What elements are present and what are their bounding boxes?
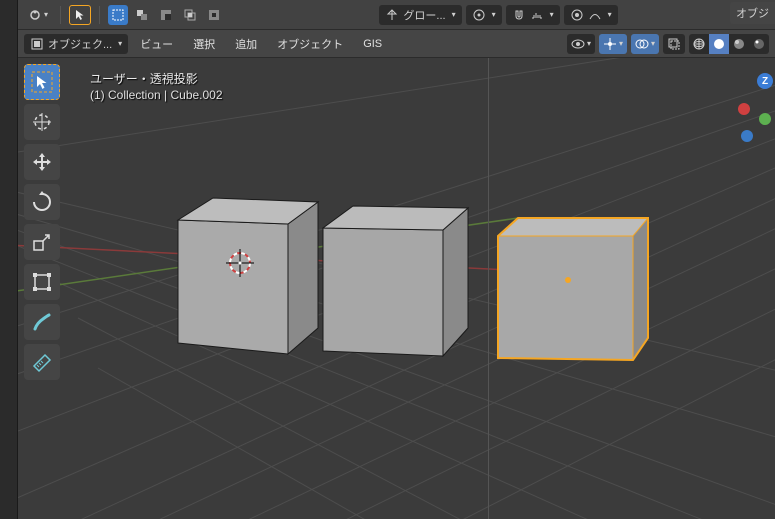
menu-object[interactable]: オブジェクト	[269, 32, 351, 56]
separator	[99, 6, 100, 24]
gizmo-dropdown[interactable]: ▾	[599, 34, 627, 54]
header-toolbar: ▾	[18, 0, 775, 30]
object-origin	[565, 277, 571, 283]
overlay-icon	[635, 37, 649, 51]
mode-toolbar: オブジェク... ▾ ビュー 選択 追加 オブジェクト GIS ▾ ▾ ▾	[18, 30, 775, 58]
tool-cursor[interactable]	[24, 104, 60, 140]
select-tool-button[interactable]	[69, 5, 91, 25]
eye-icon	[571, 37, 585, 51]
select-intersect-icon	[184, 9, 196, 21]
move-icon	[31, 151, 53, 173]
chevron-down-icon: ▾	[118, 39, 122, 48]
transform-icon	[31, 271, 53, 293]
tool-annotate[interactable]	[24, 304, 60, 340]
cube-2	[323, 206, 468, 356]
select-extend-icon	[136, 9, 148, 21]
extend-select-button[interactable]	[132, 5, 152, 25]
tool-shelf	[24, 64, 60, 380]
xray-toggle[interactable]	[663, 34, 685, 54]
visibility-dropdown[interactable]: ▾	[567, 34, 595, 54]
overlay-dropdown[interactable]: ▾	[631, 34, 659, 54]
axis-x-handle[interactable]	[738, 103, 750, 115]
scene	[18, 58, 775, 519]
chevron-down-icon: ▾	[651, 39, 655, 48]
measure-icon	[31, 351, 53, 373]
chevron-down-icon: ▾	[452, 10, 456, 19]
tool-select-box[interactable]	[24, 64, 60, 100]
proportional-dropdown[interactable]: ▾	[564, 5, 618, 25]
box-select-button[interactable]	[108, 5, 128, 25]
tool-rotate[interactable]	[24, 184, 60, 220]
3d-viewport[interactable]: ユーザー・透視投影 (1) Collection | Cube.002	[18, 58, 775, 519]
tool-transform[interactable]	[24, 264, 60, 300]
axis-z-label: Z	[762, 76, 768, 87]
rotate-icon	[31, 191, 53, 213]
rendered-icon	[753, 38, 765, 50]
cursor-3d-icon	[31, 111, 53, 133]
proportional-icon	[570, 8, 584, 22]
snap-dropdown[interactable]: ▾	[506, 5, 560, 25]
viewport-display-controls: ▾ ▾ ▾	[567, 34, 769, 54]
right-panel-label: オブジ	[736, 8, 769, 20]
magnet-icon	[512, 8, 526, 22]
menu-select[interactable]: 選択	[185, 32, 223, 56]
mode-label: オブジェク...	[48, 36, 112, 52]
cursor-box-icon	[31, 71, 53, 93]
navigation-gizmo[interactable]: Z	[735, 68, 775, 168]
intersect-select-button[interactable]	[180, 5, 200, 25]
shading-wireframe[interactable]	[689, 34, 709, 54]
menu-add[interactable]: 追加	[227, 32, 265, 56]
pivot-dropdown[interactable]: ▾	[466, 5, 502, 25]
pivot-icon	[472, 8, 486, 22]
falloff-icon	[588, 8, 602, 22]
select-subtract-icon	[160, 9, 172, 21]
right-panel-tab[interactable]: オブジ	[730, 2, 775, 24]
menu-gis[interactable]: GIS	[355, 34, 390, 54]
snap-increment-icon	[530, 8, 544, 22]
gizmo-icon	[603, 37, 617, 51]
editor-splitter[interactable]	[0, 0, 18, 519]
viewport-info-object: (1) Collection | Cube.002	[90, 88, 223, 102]
chevron-down-icon: ▾	[619, 39, 623, 48]
mode-dropdown[interactable]: オブジェク... ▾	[24, 34, 128, 54]
box-select-icon	[112, 9, 124, 21]
chevron-down-icon: ▾	[587, 39, 591, 48]
axis-y-handle[interactable]	[759, 113, 771, 125]
shading-mode-group	[689, 34, 769, 54]
xray-icon	[667, 37, 681, 51]
material-icon	[733, 38, 745, 50]
subtract-select-button[interactable]	[156, 5, 176, 25]
solid-icon	[713, 38, 725, 50]
scale-icon	[31, 231, 53, 253]
shading-material[interactable]	[729, 34, 749, 54]
select-invert-icon	[208, 9, 220, 21]
menu-view[interactable]: ビュー	[132, 32, 181, 56]
viewport-split-line	[488, 58, 489, 519]
orientation-icon	[385, 8, 399, 22]
chevron-down-icon: ▾	[608, 10, 612, 19]
chevron-down-icon: ▾	[44, 10, 48, 19]
editor-type-dropdown[interactable]: ▾	[24, 5, 52, 25]
cursor-icon	[74, 9, 86, 21]
chevron-down-icon: ▾	[492, 10, 496, 19]
tool-move[interactable]	[24, 144, 60, 180]
annotate-icon	[31, 311, 53, 333]
viewport-info-projection: ユーザー・透視投影	[90, 70, 198, 87]
wireframe-icon	[693, 38, 705, 50]
axis-neg-handle[interactable]	[741, 130, 753, 142]
axis-z-handle[interactable]: Z	[757, 73, 773, 89]
tool-scale[interactable]	[24, 224, 60, 260]
separator	[60, 6, 61, 24]
tool-measure[interactable]	[24, 344, 60, 380]
invert-select-button[interactable]	[204, 5, 224, 25]
editor-3d-icon	[28, 8, 42, 22]
shading-rendered[interactable]	[749, 34, 769, 54]
object-mode-icon	[30, 37, 44, 51]
chevron-down-icon: ▾	[550, 10, 554, 19]
shading-solid[interactable]	[709, 34, 729, 54]
cube-3-selected	[498, 218, 648, 360]
orientation-label: グロー...	[403, 7, 445, 23]
cube-1	[178, 198, 318, 354]
orientation-dropdown[interactable]: グロー... ▾	[379, 5, 461, 25]
